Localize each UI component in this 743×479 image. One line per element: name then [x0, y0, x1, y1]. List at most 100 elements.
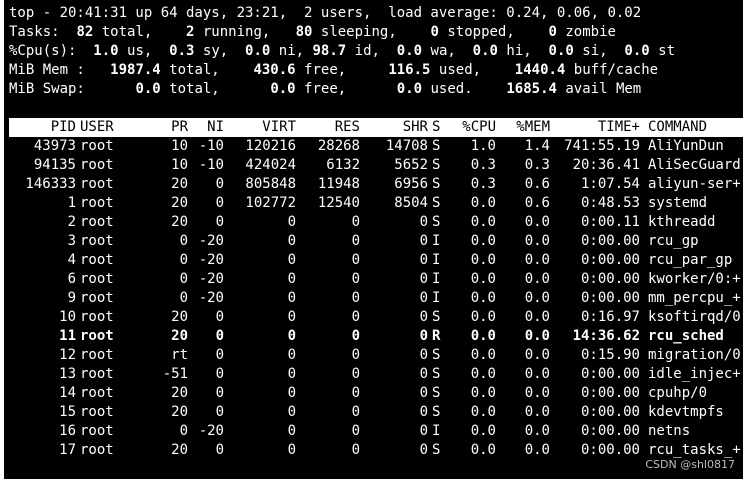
cell-pr: 20: [171, 442, 188, 458]
cell-pid: 43973: [33, 138, 76, 154]
process-row: 11 root 20 0 0 0 0 R 0.0 0.0 14:36.62 rcu_sched: [4, 327, 743, 346]
cell-user: root: [80, 385, 114, 401]
cell-user: root: [80, 404, 114, 420]
cell-cpu: 0.0: [470, 214, 496, 230]
cell-pr: 0: [179, 233, 188, 249]
col-pr: PR: [171, 119, 188, 135]
cell-time: 1:07.54: [580, 176, 640, 192]
col-ni: NI: [207, 119, 224, 135]
cell-user: root: [80, 328, 114, 344]
cell-virt: 424024: [245, 157, 296, 173]
process-row: 14 root 20 0 0 0 0 S 0.0 0.0 0:00.00 cpuhp/0: [4, 384, 743, 403]
cell-pid: 146333: [25, 176, 76, 192]
cell-command: ksoftirqd/0: [648, 309, 741, 325]
cell-res: 12540: [317, 195, 360, 211]
cell-cpu: 0.0: [470, 290, 496, 306]
cell-pid: 3: [67, 233, 76, 249]
cpu-line: %Cpu(s): 1.0 us, 0.3 sy, 0.0 ni, 98.7 id…: [9, 43, 676, 59]
cell-command: rcu_gp: [648, 233, 699, 249]
cell-user: root: [80, 214, 114, 230]
cell-command: aliyun-ser+: [648, 176, 741, 192]
cell-virt: 0: [287, 214, 296, 230]
cell-state: S: [432, 442, 441, 458]
terminal-window: top - 20:41:31 up 64 days, 23:21, 2 user…: [4, 0, 743, 479]
cell-mem: 0.0: [524, 347, 550, 363]
cell-time: 0:00.00: [580, 290, 640, 306]
cell-mem: 0.0: [524, 252, 550, 268]
cell-user: root: [80, 309, 114, 325]
cell-time: 20:36.41: [572, 157, 640, 173]
cell-ni: 0: [215, 442, 224, 458]
cell-command: AliSecGuard: [648, 157, 741, 173]
cell-cpu: 0.0: [470, 271, 496, 287]
cell-virt: 0: [287, 347, 296, 363]
process-row: 15 root 20 0 0 0 0 S 0.0 0.0 0:00.00 kdevtmpfs: [4, 403, 743, 422]
cell-shr: 6956: [394, 176, 428, 192]
cell-state: S: [432, 176, 441, 192]
process-row: 4 root 0 -20 0 0 0 I 0.0 0.0 0:00.00 rcu_par_gp: [4, 251, 743, 270]
cell-ni: -20: [198, 233, 224, 249]
cell-state: I: [432, 290, 441, 306]
cell-command: idle_injec+: [648, 366, 741, 382]
cell-mem: 0.0: [524, 404, 550, 420]
cell-virt: 0: [287, 290, 296, 306]
cell-ni: 0: [215, 309, 224, 325]
cell-shr: 14708: [385, 138, 428, 154]
cell-pid: 12: [59, 347, 76, 363]
cell-user: root: [80, 138, 114, 154]
cell-state: S: [432, 309, 441, 325]
cell-ni: 0: [215, 214, 224, 230]
cell-state: S: [432, 347, 441, 363]
cell-command: kworker/0:+: [648, 271, 741, 287]
cell-pid: 14: [59, 385, 76, 401]
cell-user: root: [80, 442, 114, 458]
cell-mem: 0.0: [524, 309, 550, 325]
cell-time: 0:00.00: [580, 252, 640, 268]
cell-pr: 10: [171, 138, 188, 154]
process-row: 6 root 0 -20 0 0 0 I 0.0 0.0 0:00.00 kworker/0:+: [4, 270, 743, 289]
cell-mem: 0.0: [524, 442, 550, 458]
cell-shr: 0: [419, 233, 428, 249]
cell-ni: -20: [198, 423, 224, 439]
cell-cpu: 0.0: [470, 328, 496, 344]
cell-virt: 120216: [245, 138, 296, 154]
cell-pid: 94135: [33, 157, 76, 173]
cell-cpu: 0.0: [470, 366, 496, 382]
cell-res: 0: [351, 290, 360, 306]
cell-mem: 0.0: [524, 385, 550, 401]
cell-res: 0: [351, 404, 360, 420]
cell-state: I: [432, 423, 441, 439]
process-row: 13 root -51 0 0 0 0 S 0.0 0.0 0:00.00 idle_injec+: [4, 365, 743, 384]
cell-time: 0:00.00: [580, 404, 640, 420]
cell-pid: 11: [59, 328, 76, 344]
cell-pr: 20: [171, 176, 188, 192]
cell-time: 741:55.19: [564, 138, 640, 154]
process-row: 17 root 20 0 0 0 0 S 0.0 0.0 0:00.00 rcu_tasks_+: [4, 441, 743, 460]
cell-pr: 20: [171, 328, 188, 344]
cell-time: 0:00.11: [580, 214, 640, 230]
cell-res: 0: [351, 423, 360, 439]
cell-time: 0:00.00: [580, 385, 640, 401]
col-res: RES: [334, 119, 360, 135]
cell-command: migration/0: [648, 347, 741, 363]
cell-mem: 0.0: [524, 328, 550, 344]
cell-command: mm_percpu_+: [648, 290, 741, 306]
watermark: CSDN @shl0817: [645, 458, 735, 471]
tasks-line: Tasks: 82 total, 2 running, 80 sleeping,…: [9, 24, 616, 40]
cell-time: 0:16.97: [580, 309, 640, 325]
cell-res: 11948: [317, 176, 360, 192]
col-mem: %MEM: [516, 119, 550, 135]
cell-time: 0:00.00: [580, 442, 640, 458]
cell-pid: 15: [59, 404, 76, 420]
col-cpu: %CPU: [462, 119, 496, 135]
cell-ni: 0: [215, 385, 224, 401]
cell-user: root: [80, 252, 114, 268]
cell-shr: 0: [419, 347, 428, 363]
cell-time: 0:48.53: [580, 195, 640, 211]
col-virt: VIRT: [262, 119, 296, 135]
col-user: USER: [80, 119, 114, 135]
process-row: 1 root 20 0 102772 12540 8504 S 0.0 0.6 0:48.53 sys…: [4, 194, 743, 213]
process-row: 9 root 0 -20 0 0 0 I 0.0 0.0 0:00.00 mm_percpu_+: [4, 289, 743, 308]
col-command: COMMAND: [648, 119, 708, 135]
cell-mem: 0.0: [524, 233, 550, 249]
